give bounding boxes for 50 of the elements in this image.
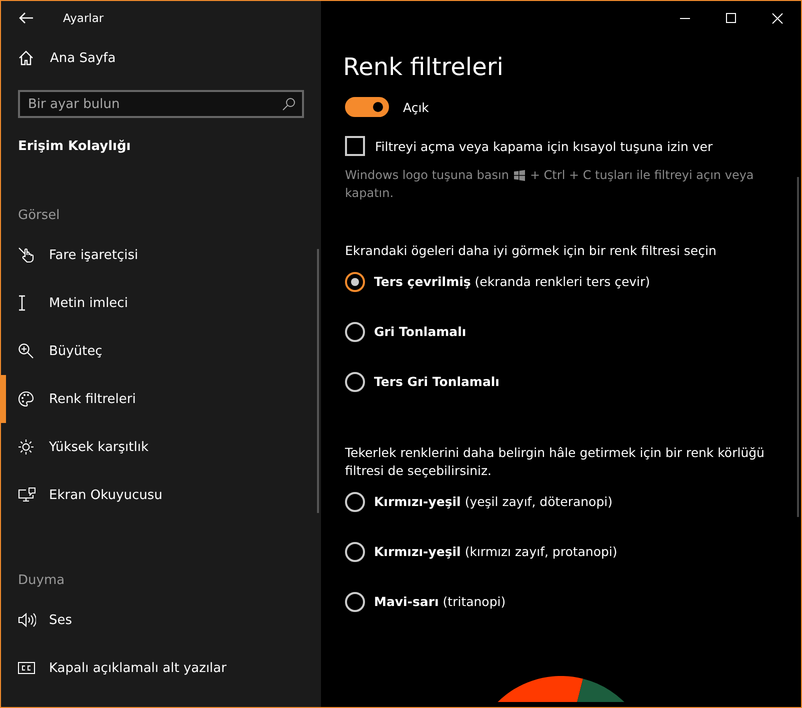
radio-button[interactable] bbox=[345, 272, 365, 292]
back-arrow-icon[interactable] bbox=[19, 12, 33, 24]
search-field[interactable]: Bir ayar bulun bbox=[18, 90, 304, 118]
colorblind-prompt: Tekerlek renklerini daha belirgin hâle getirmek için bir renk körlüğü filtresi de seçebilirsiniz. bbox=[345, 444, 766, 480]
sidebar-item[interactable]: Fare işaretçisi bbox=[1, 231, 321, 279]
section-heading: Görsel bbox=[17, 208, 61, 223]
toggle-state-label: Açık bbox=[403, 100, 429, 114]
radio-option[interactable]: Kırmızı-yeşil (yeşil zayıf, döteranopi) bbox=[345, 492, 801, 542]
radio-button[interactable] bbox=[345, 322, 365, 342]
radio-button[interactable] bbox=[345, 592, 365, 612]
radio-option[interactable]: Mavi-sarı (tritanopi) bbox=[345, 592, 801, 642]
monitor-icon bbox=[18, 487, 36, 503]
section-heading: Duyma bbox=[17, 573, 66, 588]
hand-pointer-icon bbox=[18, 247, 36, 263]
radio-button[interactable] bbox=[345, 372, 365, 392]
speaker-icon bbox=[18, 612, 36, 628]
toggle-switch[interactable] bbox=[345, 97, 389, 117]
text-cursor-icon bbox=[18, 295, 26, 311]
sidebar-item[interactable]: Metin imleci bbox=[1, 279, 321, 327]
magnifier-icon bbox=[18, 343, 34, 359]
closed-captions-icon bbox=[18, 662, 35, 674]
radio-option[interactable]: Ters Gri Tonlamalı bbox=[345, 372, 801, 422]
radio-option[interactable]: Gri Tonlamalı bbox=[345, 322, 801, 372]
sidebar-item[interactable]: Ekran Okuyucusu bbox=[1, 471, 321, 519]
hint-text: + Ctrl + C tuşları ile filtreyi açın veya bbox=[530, 167, 754, 184]
window-title: Ayarlar bbox=[63, 11, 104, 25]
maximize-icon[interactable] bbox=[726, 13, 736, 23]
radio-button[interactable] bbox=[345, 542, 365, 562]
sidebar-item[interactable]: Renk filtreleri bbox=[1, 375, 321, 423]
page-title: Renk filtreleri bbox=[343, 53, 504, 83]
radio-button[interactable] bbox=[345, 492, 365, 512]
checkbox-label: Filtreyi açma veya kapama için kısayol tuşuna izin ver bbox=[375, 138, 713, 154]
palette-icon bbox=[18, 391, 34, 407]
home-link[interactable]: Ana Sayfa bbox=[1, 40, 321, 76]
windows-logo-icon bbox=[514, 170, 525, 180]
radio-option[interactable]: Kırmızı-yeşil (kırmızı zayıf, protanopi) bbox=[345, 542, 801, 592]
search-icon bbox=[282, 97, 296, 111]
sidebar-item[interactable]: Yüksek karşıtlık bbox=[1, 423, 321, 471]
sidebar-item[interactable]: Kapalı açıklamalı alt yazılar bbox=[1, 644, 321, 692]
checkbox[interactable] bbox=[345, 136, 365, 156]
category-heading: Erişim Kolaylığı bbox=[17, 139, 132, 154]
home-icon bbox=[18, 50, 34, 66]
sidebar-item[interactable]: Ses bbox=[1, 596, 321, 644]
close-icon[interactable] bbox=[772, 12, 783, 24]
filter-prompt: Ekrandaki ögeleri daha iyi görmek için bir renk filtresi seçin bbox=[345, 242, 718, 260]
radio-option[interactable]: Ters çevrilmiş (ekranda renkleri ters çevir) bbox=[345, 272, 801, 322]
hint-text: Windows logo tuşuna basın bbox=[345, 167, 509, 184]
hint-text: kapatın. bbox=[345, 185, 394, 202]
sidebar-item[interactable]: Büyüteç bbox=[1, 327, 321, 375]
sun-icon bbox=[18, 439, 34, 455]
